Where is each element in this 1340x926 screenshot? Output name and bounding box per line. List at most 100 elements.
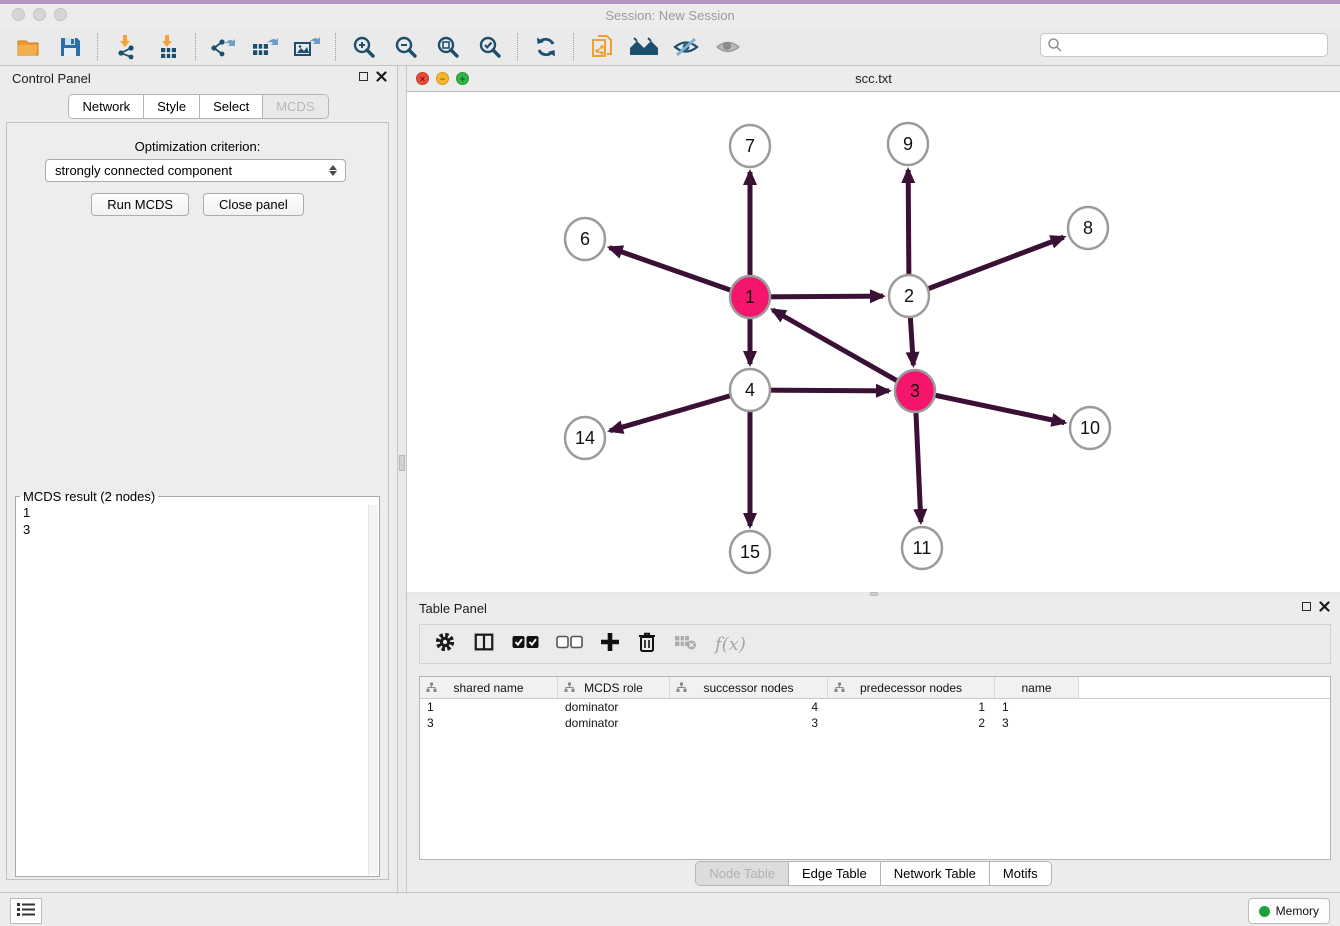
open-session-button[interactable] [14,33,42,61]
node-6[interactable]: 6 [565,218,605,260]
node-2[interactable]: 2 [889,275,929,317]
column-header-mcds-role[interactable]: MCDS role [558,677,670,698]
delete-columns-button[interactable] [637,631,657,658]
tab-motifs[interactable]: Motifs [989,862,1051,885]
table-options-button[interactable] [434,631,456,658]
tab-network-table[interactable]: Network Table [880,862,989,885]
import-table-button[interactable] [154,33,182,61]
node-11[interactable]: 11 [902,527,942,569]
refresh-view-button[interactable] [532,33,560,61]
zoom-selected-button[interactable] [476,33,504,61]
column-header-shared-name[interactable]: shared name [420,677,558,698]
node-label: 1 [745,287,755,307]
refresh-icon [533,34,559,60]
search-icon [1047,37,1063,58]
create-column-button[interactable] [600,632,620,657]
delete-table-button[interactable] [674,633,698,656]
zoom-in-button[interactable] [350,33,378,61]
home-view-button[interactable] [630,33,658,61]
tab-select[interactable]: Select [199,95,262,118]
export-table-button[interactable] [252,33,280,61]
table-cell: 3 [670,715,828,731]
network-window-titlebar: × − + scc.txt [407,66,1340,92]
panel-splitter-vertical[interactable] [397,66,407,892]
node-7[interactable]: 7 [730,125,770,167]
memory-button[interactable]: Memory [1248,898,1330,924]
node-label: 3 [910,381,920,401]
function-builder-button[interactable]: f(x) [715,634,746,655]
edges-layer [610,170,1065,526]
tab-edge-table[interactable]: Edge Table [788,862,880,885]
zoom-fit-button[interactable] [434,33,462,61]
float-panel-icon[interactable] [359,72,368,81]
tab-style[interactable]: Style [143,95,199,118]
column-header-predecessor-nodes[interactable]: predecessor nodes [828,677,995,698]
mcds-result-legend: MCDS result (2 nodes) [20,489,158,504]
column-header-successor-nodes[interactable]: successor nodes [670,677,828,698]
save-session-button[interactable] [56,33,84,61]
task-history-button[interactable] [10,898,42,924]
table-panel-title: Table Panel [419,601,487,616]
table-row[interactable]: 1dominator411 [420,699,1330,715]
function-builder-icon: f(x) [715,634,746,655]
edge-1-6[interactable] [610,248,750,297]
edge-3-10[interactable] [915,391,1065,423]
close-panel-button[interactable]: Close panel [203,193,304,216]
table-cell: dominator [558,715,670,731]
node-label: 9 [903,134,913,154]
zoom-out-button[interactable] [392,33,420,61]
eye-slash-icon [672,34,700,60]
select-all-columns-button[interactable] [512,635,539,654]
node-3[interactable]: 3 [895,370,935,412]
export-image-button[interactable] [294,33,322,61]
status-bar: Memory [0,892,1340,926]
control-panel-header: Control Panel [0,66,397,92]
network-canvas[interactable]: 7 9 6 8 1 2 4 3 14 10 15 11 [407,92,1340,592]
node-label: 4 [745,380,755,400]
node-14[interactable]: 14 [565,417,605,459]
import-network-button[interactable] [112,33,140,61]
tab-node-table[interactable]: Node Table [696,862,788,885]
network-document-button[interactable] [588,33,616,61]
edge-4-14[interactable] [610,390,750,431]
mcds-result-list: 13 [16,504,379,538]
floppy-disk-icon [57,34,83,60]
table-header-row: shared nameMCDS role successor nodes prede… [420,677,1330,699]
node-label: 7 [745,136,755,156]
node-10[interactable]: 10 [1070,407,1110,449]
tab-network[interactable]: Network [69,95,143,118]
export-table-icon [251,34,281,60]
show-all-button[interactable] [714,33,742,61]
deselect-all-columns-button[interactable] [556,635,583,654]
node-label: 14 [575,428,595,448]
memory-label: Memory [1276,904,1319,918]
float-panel-icon[interactable] [1302,602,1311,611]
node-1[interactable]: 1 [730,276,770,318]
node-8[interactable]: 8 [1068,207,1108,249]
node-4[interactable]: 4 [730,369,770,411]
table-row[interactable]: 3dominator323 [420,715,1330,731]
edge-3-1[interactable] [773,310,915,391]
dropdown-stepper-icon [324,165,345,176]
run-mcds-button[interactable]: Run MCDS [91,193,189,216]
node-15[interactable]: 15 [730,531,770,573]
result-scrollbar[interactable] [368,505,378,875]
splitter-grip[interactable] [399,455,405,471]
zoom-selected-icon [477,34,503,60]
tab-mcds[interactable]: MCDS [262,95,327,118]
show-column-panel-button[interactable] [473,631,495,658]
column-header-name[interactable]: name [995,677,1079,698]
toolbar-separator [335,33,337,61]
edge-2-8[interactable] [909,237,1064,296]
node-9[interactable]: 9 [888,123,928,165]
table-toolbar: f(x) [419,624,1331,664]
criterion-dropdown[interactable]: strongly connected component [45,159,346,182]
column-label: successor nodes [703,681,793,695]
close-panel-icon[interactable] [1319,601,1330,612]
close-panel-icon[interactable] [376,71,387,82]
hierarchy-icon [426,682,437,696]
export-network-icon [210,34,238,60]
export-network-button[interactable] [210,33,238,61]
search-input[interactable] [1040,33,1328,57]
hide-selected-button[interactable] [672,33,700,61]
